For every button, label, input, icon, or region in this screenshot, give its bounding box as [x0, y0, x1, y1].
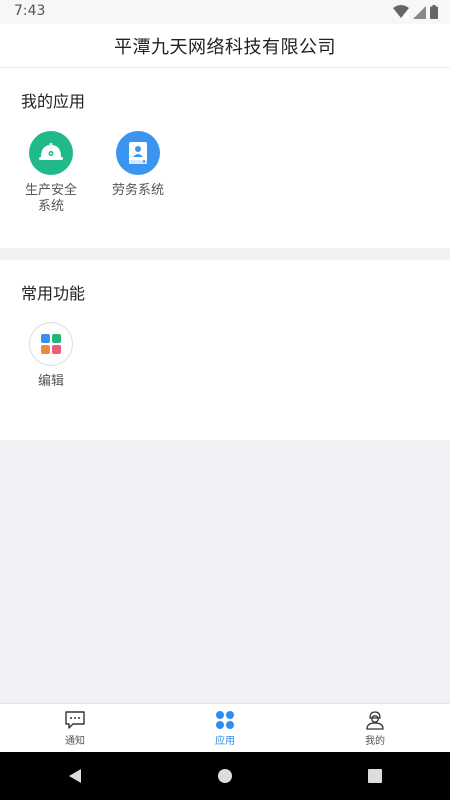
app-tile-label: 生产安全系统 — [24, 183, 77, 214]
my-apps-section: 我的应用 生产安全系统 劳务系统 — [0, 68, 450, 248]
status-bar: 7:43 — [0, 0, 450, 24]
bottom-tab-bar: 通知 应用 我的 — [0, 703, 450, 752]
app-tile-label: 劳务系统 — [111, 183, 164, 198]
my-apps-title: 我的应用 — [21, 92, 86, 111]
user-profile-icon — [366, 711, 384, 730]
tab-label: 我的 — [365, 736, 385, 747]
chat-bubble-icon — [65, 711, 85, 729]
app-tile-safety[interactable]: 生产安全系统 — [11, 131, 91, 215]
common-functions-title: 常用功能 — [21, 284, 86, 303]
signal-icon — [413, 5, 426, 19]
status-icons — [393, 5, 438, 19]
edit-button[interactable]: 编辑 — [11, 322, 91, 390]
back-icon — [69, 769, 81, 783]
tab-label: 应用 — [215, 736, 235, 747]
back-button[interactable] — [55, 756, 95, 796]
recents-icon — [368, 769, 382, 783]
status-time: 7:43 — [14, 3, 46, 19]
page-title: 平潭九天网络科技有限公司 — [114, 36, 336, 58]
home-icon — [218, 769, 232, 783]
system-nav-bar — [0, 752, 450, 800]
tab-notifications[interactable]: 通知 — [0, 704, 150, 752]
app-header: 平潭九天网络科技有限公司 — [0, 24, 450, 68]
worker-badge-icon — [116, 131, 160, 175]
common-functions-section: 常用功能 编辑 — [0, 260, 450, 440]
edit-grid-icon — [29, 322, 73, 366]
tab-apps[interactable]: 应用 — [150, 704, 300, 752]
wifi-icon — [393, 5, 409, 19]
tab-label: 通知 — [65, 736, 85, 747]
battery-icon — [430, 5, 438, 19]
recents-button[interactable] — [355, 756, 395, 796]
home-button[interactable] — [205, 756, 245, 796]
tab-profile[interactable]: 我的 — [300, 704, 450, 752]
apps-grid-icon — [216, 711, 234, 729]
app-tile-labor[interactable]: 劳务系统 — [98, 131, 178, 199]
edit-label: 编辑 — [37, 374, 64, 389]
hard-hat-icon — [29, 131, 73, 175]
